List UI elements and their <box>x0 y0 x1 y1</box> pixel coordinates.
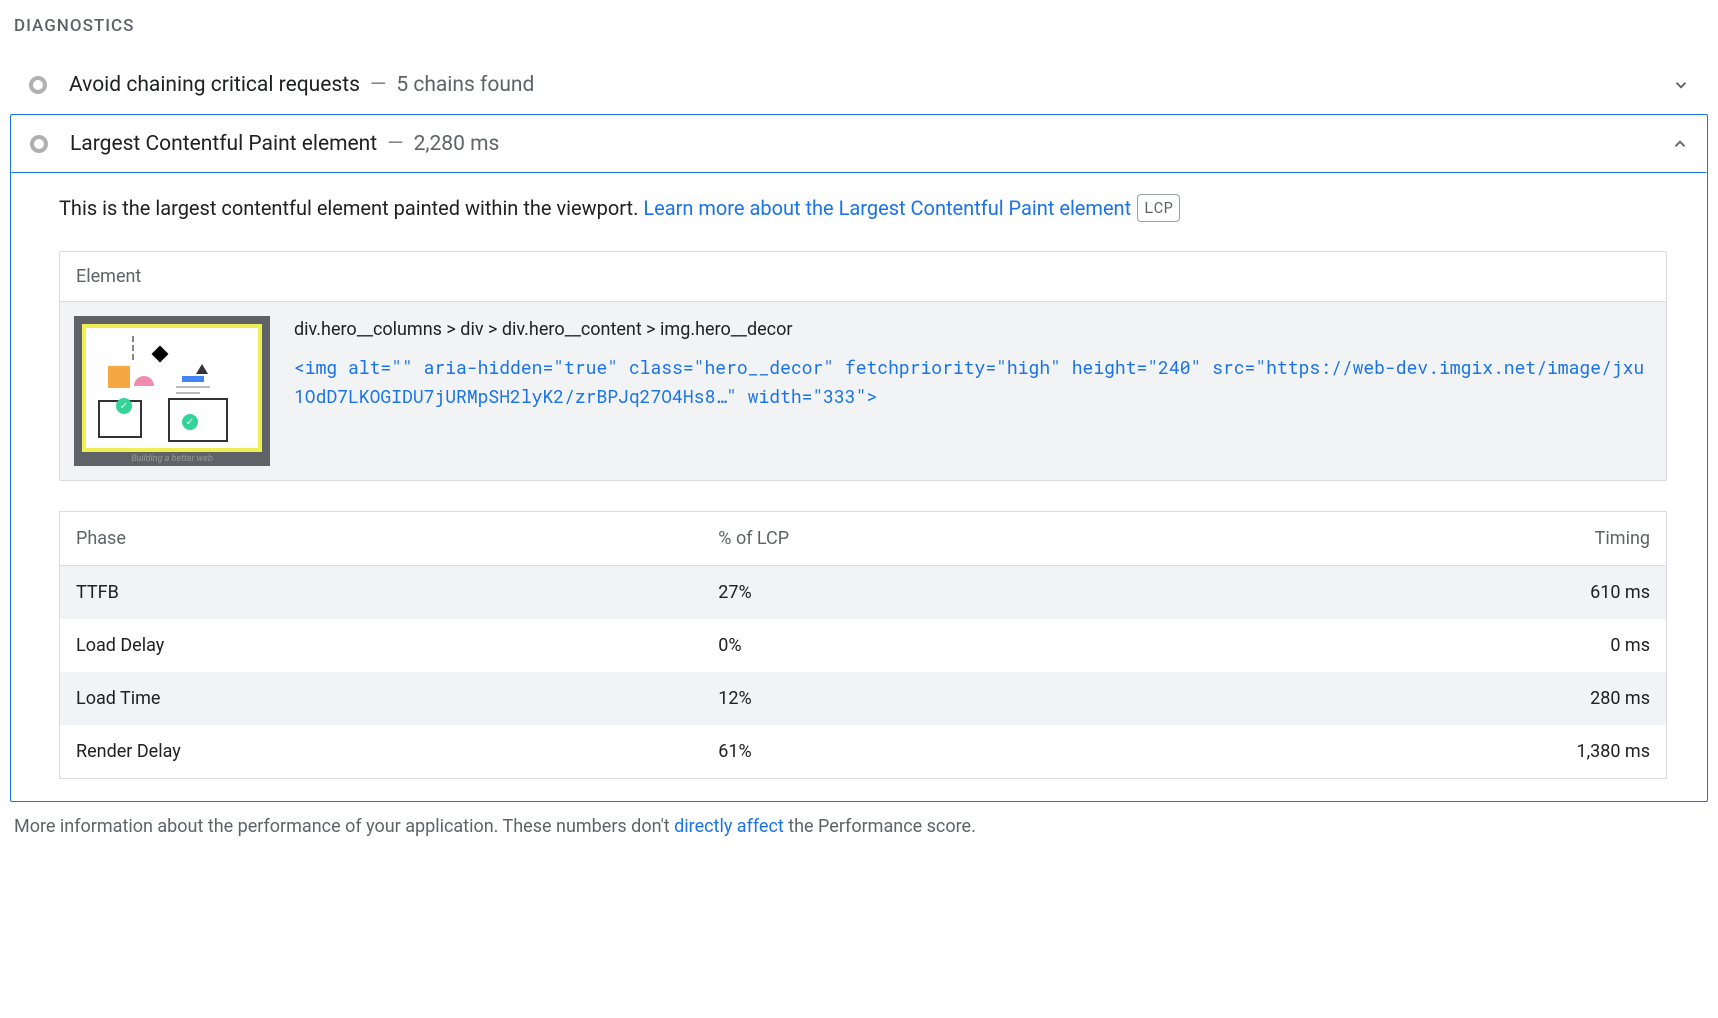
element-selector-path: div.hero__columns > div > div.hero__cont… <box>294 316 1652 345</box>
audit-title: Avoid chaining critical requests <box>69 73 360 97</box>
lcp-badge: LCP <box>1137 194 1180 222</box>
audit-panel-lcp: Largest Contentful Paint element — 2,280… <box>10 114 1708 802</box>
phase-cell: Load Time <box>60 672 703 725</box>
pct-cell: 27% <box>702 566 1184 620</box>
timing-cell: 280 ms <box>1184 672 1666 725</box>
footnote-prefix: More information about the performance o… <box>14 816 674 837</box>
element-card-header: Element <box>60 252 1666 302</box>
section-title: DIAGNOSTICS <box>10 10 1708 56</box>
pct-cell: 61% <box>702 725 1184 779</box>
phase-cell: Render Delay <box>60 725 703 779</box>
audit-title: Largest Contentful Paint element <box>70 132 377 156</box>
audit-description: This is the largest contentful element p… <box>59 193 1667 223</box>
thumbnail-caption: Building a better web <box>74 454 270 464</box>
table-row: Render Delay 61% 1,380 ms <box>60 725 1667 779</box>
timing-cell: 1,380 ms <box>1184 725 1666 779</box>
status-icon <box>29 76 47 94</box>
audit-meta: 2,280 ms <box>414 132 500 156</box>
table-row: Load Delay 0% 0 ms <box>60 619 1667 672</box>
phase-cell: Load Delay <box>60 619 703 672</box>
pct-cell: 12% <box>702 672 1184 725</box>
footnote-link[interactable]: directly affect <box>674 816 784 837</box>
learn-more-link[interactable]: Learn more about the Largest Contentful … <box>643 196 1131 220</box>
separator: — <box>387 132 403 156</box>
table-row: Load Time 12% 280 ms <box>60 672 1667 725</box>
phase-table: Phase % of LCP Timing TTFB 27% 610 ms Lo… <box>59 511 1667 779</box>
audit-row-chains[interactable]: Avoid chaining critical requests — 5 cha… <box>10 56 1708 114</box>
table-row: TTFB 27% 610 ms <box>60 566 1667 620</box>
separator: — <box>370 73 386 97</box>
audit-meta: 5 chains found <box>396 73 534 97</box>
timing-cell: 610 ms <box>1184 566 1666 620</box>
col-timing: Timing <box>1184 512 1666 566</box>
status-icon <box>30 135 48 153</box>
element-card: Element <box>59 251 1667 481</box>
pct-cell: 0% <box>702 619 1184 672</box>
element-thumbnail: ✓ ✓ Building a better web <box>74 316 270 466</box>
col-pct: % of LCP <box>702 512 1184 566</box>
description-text: This is the largest contentful element p… <box>59 196 643 220</box>
col-phase: Phase <box>60 512 703 566</box>
timing-cell: 0 ms <box>1184 619 1666 672</box>
audit-body: This is the largest contentful element p… <box>11 173 1707 801</box>
audit-row-lcp[interactable]: Largest Contentful Paint element — 2,280… <box>11 115 1707 173</box>
phase-cell: TTFB <box>60 566 703 620</box>
footnote: More information about the performance o… <box>10 802 1708 837</box>
chevron-up-icon[interactable] <box>1668 132 1692 156</box>
chevron-down-icon[interactable] <box>1669 73 1693 97</box>
element-html-code: <img alt="" aria-hidden="true" class="he… <box>294 353 1652 411</box>
footnote-suffix: the Performance score. <box>784 816 976 837</box>
